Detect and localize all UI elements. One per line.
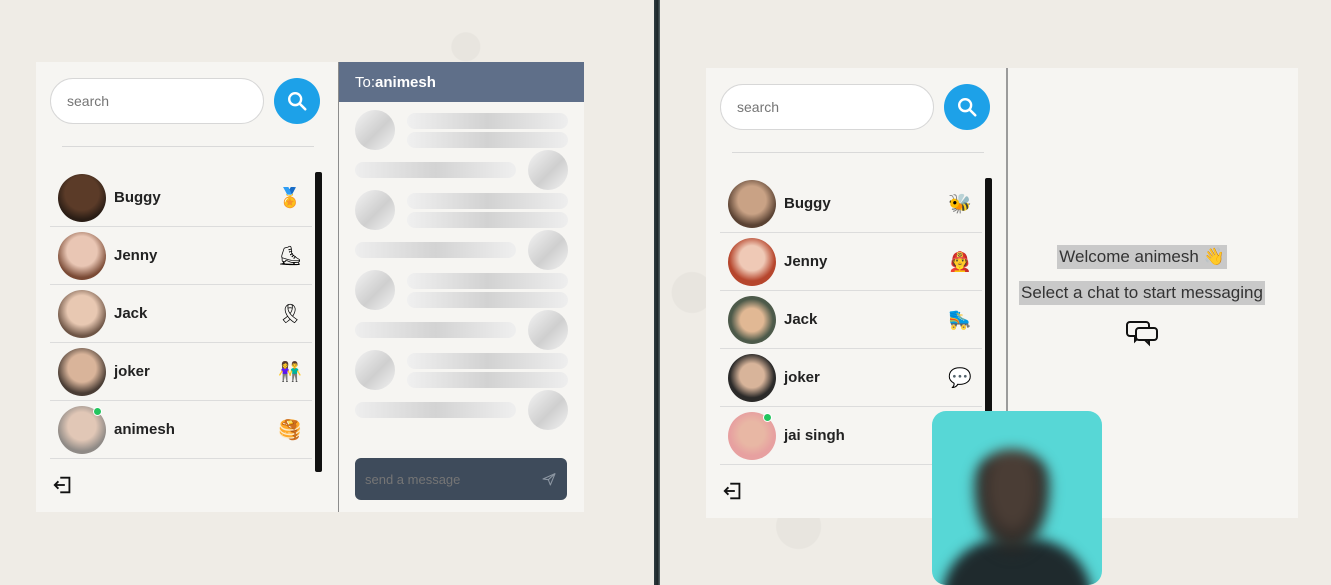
contact-item[interactable]: Jenny 🧑‍🚒	[720, 233, 982, 291]
search-icon	[958, 98, 977, 117]
left-search-input[interactable]	[50, 78, 264, 124]
contact-emoji: ⛸	[278, 245, 303, 267]
contact-name: jai singh	[784, 427, 845, 444]
logout-icon[interactable]	[722, 480, 744, 502]
avatar	[58, 347, 106, 396]
left-contact-scrollbar[interactable]	[315, 172, 322, 472]
online-indicator	[763, 412, 772, 422]
messages-loading-skeleton	[339, 102, 584, 438]
search-icon	[288, 92, 307, 111]
contact-item[interactable]: Jack 🛼	[720, 291, 982, 349]
contact-emoji: 👫	[278, 361, 302, 383]
welcome-greeting: Welcome animesh 👋	[1057, 245, 1227, 269]
contact-name: Buggy	[784, 195, 831, 212]
webcam-overlay	[932, 411, 1102, 585]
left-search-divider	[62, 146, 314, 147]
contact-name: Jack	[114, 305, 148, 322]
avatar	[728, 237, 776, 286]
skeleton-message	[355, 190, 568, 230]
avatar	[728, 179, 776, 228]
contact-emoji: 🛼	[948, 309, 972, 331]
contact-item[interactable]: joker 👫	[50, 343, 312, 401]
avatar	[728, 353, 776, 402]
contact-item[interactable]: joker 💬	[720, 349, 982, 407]
chat-header-prefix: To:	[355, 73, 376, 91]
contact-name: Buggy	[114, 189, 161, 206]
contact-emoji: 🧑‍🚒	[948, 251, 972, 273]
right-search-row	[720, 84, 992, 130]
avatar	[58, 405, 106, 454]
conversation-panel: To: animesh	[338, 62, 584, 512]
contact-emoji: 🐝	[948, 193, 972, 215]
skeleton-message	[355, 270, 568, 310]
right-search-button[interactable]	[944, 84, 990, 130]
contact-name: Jack	[784, 311, 818, 328]
left-contact-list: Buggy 🏅 Jenny ⛸ Jack 🎗 joker 👫 animesh 🥞	[50, 169, 312, 459]
contact-item[interactable]: animesh 🥞	[50, 401, 312, 459]
skeleton-message	[355, 310, 568, 350]
left-chat-app: Buggy 🏅 Jenny ⛸ Jack 🎗 joker 👫	[36, 62, 584, 512]
skeleton-message	[355, 150, 568, 190]
avatar	[58, 173, 106, 222]
logout-icon[interactable]	[52, 474, 74, 496]
chat-header: To: animesh	[339, 62, 584, 102]
message-composer	[355, 458, 567, 500]
contact-emoji: 🎗	[278, 303, 303, 325]
contact-item[interactable]: Jenny ⛸	[50, 227, 312, 285]
contact-item[interactable]: Buggy 🐝	[720, 175, 982, 233]
contact-item[interactable]: Jack 🎗	[50, 285, 312, 343]
skeleton-message	[355, 350, 568, 390]
contact-name: joker	[784, 369, 820, 386]
contact-emoji: 🥞	[278, 419, 302, 441]
chat-header-recipient: animesh	[375, 73, 436, 91]
left-search-row	[50, 78, 322, 124]
right-search-divider	[732, 152, 984, 153]
contact-name: Jenny	[784, 253, 828, 270]
right-search-input[interactable]	[720, 84, 934, 130]
avatar	[728, 295, 776, 344]
avatar	[58, 289, 106, 338]
welcome-instruction: Select a chat to start messaging	[1019, 281, 1265, 305]
split-divider	[654, 0, 660, 585]
chat-bubbles-icon	[1126, 321, 1158, 347]
message-input[interactable]	[365, 471, 541, 487]
avatar	[728, 411, 776, 460]
contact-item[interactable]: Buggy 🏅	[50, 169, 312, 227]
avatar	[58, 231, 106, 280]
contact-name: animesh	[114, 421, 175, 438]
skeleton-message	[355, 390, 568, 430]
skeleton-message	[355, 110, 568, 150]
online-indicator	[93, 406, 102, 416]
skeleton-message	[355, 230, 568, 270]
contact-name: Jenny	[114, 247, 158, 264]
left-sidebar: Buggy 🏅 Jenny ⛸ Jack 🎗 joker 👫	[36, 62, 336, 512]
send-icon[interactable]	[541, 470, 557, 488]
contact-name: joker	[114, 363, 150, 380]
webcam-person	[970, 449, 1054, 559]
contact-emoji: 💬	[948, 367, 972, 389]
left-search-button[interactable]	[274, 78, 320, 124]
contact-emoji: 🏅	[278, 187, 302, 209]
